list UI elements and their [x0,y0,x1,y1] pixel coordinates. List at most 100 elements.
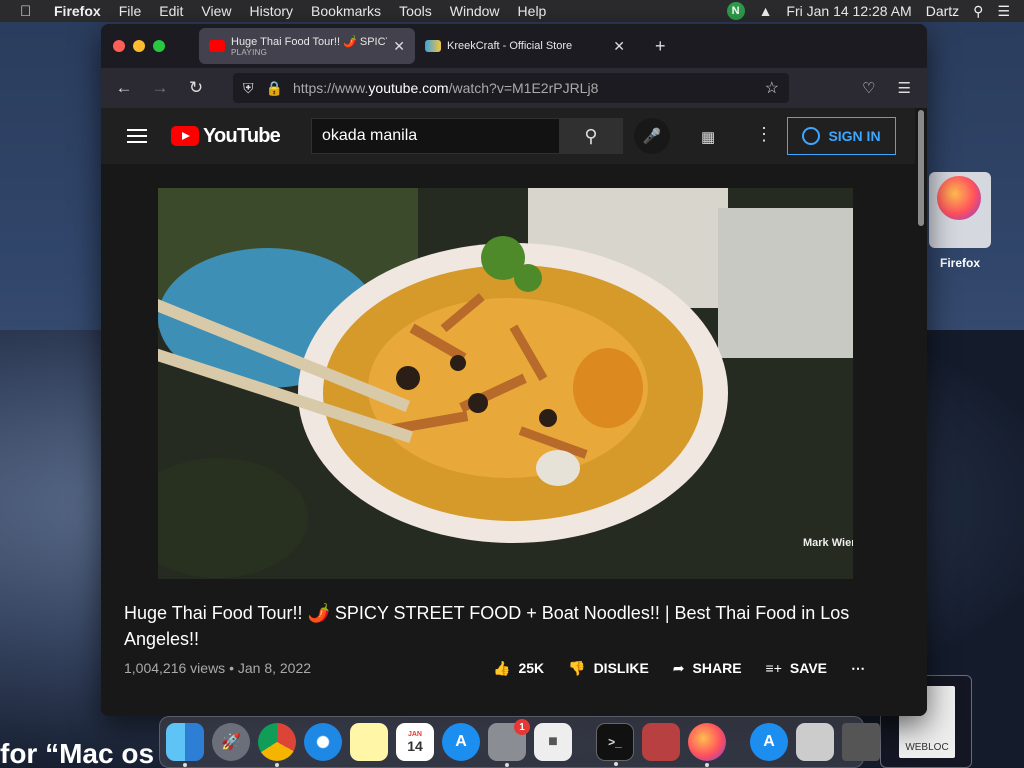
apps-grid-icon[interactable]: ▦ [701,128,715,146]
save-button[interactable]: ≡+ SAVE [766,660,827,677]
webloc-label: WEBLOC [905,742,949,753]
sign-in-label: SIGN IN [828,128,881,144]
dislike-button[interactable]: 👎 DISLIKE [568,660,649,677]
thumbs-down-icon: 👎 [568,660,586,676]
downloads-stack-icon[interactable]: A [750,723,788,761]
menu-history[interactable]: History [249,3,293,19]
menu-bar:  Firefox File Edit View History Bookmar… [0,0,1024,22]
forward-button[interactable]: → [147,75,173,101]
video-actions: 👍 25K 👎 DISLIKE ➦ SHARE ≡+ SAVE ⋯ [493,660,865,677]
app-menu-icon[interactable]: ☰ [898,79,911,97]
video-player[interactable]: Mark Wiens [158,188,853,579]
menu-view[interactable]: View [201,3,231,19]
guide-menu-icon[interactable] [127,129,147,143]
like-button[interactable]: 👍 25K [493,660,544,677]
menu-window[interactable]: Window [450,3,500,19]
desktop-icon-label: Firefox [939,256,980,270]
pocket-icon[interactable]: ♡ [862,79,875,97]
menu-extras: N ▲ Fri Jan 14 12:28 AM Dartz ⚲ ☰ [726,2,1010,20]
menu-file[interactable]: File [119,3,142,19]
system-preferences-icon[interactable]: 1 [488,719,530,767]
window-controls [113,40,165,52]
background-window-text: for “Mac os [0,738,155,768]
video-frame-thumbnail: Mark Wiens [158,188,853,579]
share-button[interactable]: ➦ SHARE [673,660,742,677]
youtube-logo[interactable]: YouTube [171,124,281,148]
account-icon [802,127,821,145]
desktop-icon-firefox[interactable]: Firefox [928,172,992,270]
youtube-header: YouTube ✕ ⚲ 🎤 ▦ ⋮ SIGN IN [101,108,915,164]
video-meta: 1,004,216 views • Jan 8, 2022 [124,660,312,676]
menu-bookmarks[interactable]: Bookmarks [311,3,381,19]
lock-icon[interactable]: 🔒 [266,80,283,97]
safari-icon[interactable] [304,723,342,761]
user-name[interactable]: Dartz [926,3,959,19]
address-bar[interactable]: ⛨ 🔒 https://www.youtube.com/watch?v=M1E2… [233,73,789,103]
youtube-play-icon [171,126,199,146]
youtube-logo-text: YouTube [203,124,281,147]
minimize-window-button[interactable] [133,40,145,52]
search-input[interactable] [312,127,586,145]
launchpad-icon[interactable]: 🚀 [212,723,250,761]
notification-badge: 1 [514,719,530,735]
menu-help[interactable]: Help [518,3,547,19]
menu-tools[interactable]: Tools [399,3,432,19]
tab-youtube[interactable]: Huge Thai Food Tour!! 🌶️ SPICY PLAYING ✕ [199,28,415,64]
calendar-day: 14 [407,737,423,754]
trash-icon[interactable] [842,723,880,761]
sign-in-button[interactable]: SIGN IN [787,117,896,155]
scrollbar-thumb[interactable] [918,110,924,226]
spotlight-icon[interactable]: ⚲ [973,3,983,20]
finder-icon[interactable] [166,723,204,767]
terminal-icon[interactable]: >_ [596,723,634,766]
calendar-icon[interactable]: JAN 14 [396,723,434,761]
clock[interactable]: Fri Jan 14 12:28 AM [786,3,911,19]
add-to-playlist-icon: ≡+ [765,660,782,676]
menu-edit[interactable]: Edit [159,3,183,19]
tab-bar: Huge Thai Food Tour!! 🌶️ SPICY PLAYING ✕… [101,24,927,68]
close-window-button[interactable] [113,40,125,52]
search-button[interactable]: ⚲ [559,118,623,154]
apple-icon[interactable]:  [20,3,40,20]
chrome-icon[interactable] [258,723,296,767]
back-button[interactable]: ← [111,75,137,101]
like-count: 25K [518,660,545,676]
notes-icon[interactable] [350,723,388,761]
voice-search-button[interactable]: 🎤 [634,118,670,154]
firefox-window: Huge Thai Food Tour!! 🌶️ SPICY PLAYING ✕… [101,24,927,716]
share-label: SHARE [692,660,742,676]
settings-more-icon[interactable]: ⋮ [755,124,773,145]
close-tab-icon[interactable]: ✕ [393,38,405,55]
dock: 🚀 JAN 14 A 1 ■ >_ A [159,716,880,768]
search-icon: ⚲ [584,125,598,146]
video-title: Huge Thai Food Tour!! 🌶️ SPICY STREET FO… [124,603,850,649]
shield-icon[interactable]: ⛨ [243,80,254,97]
zoom-window-button[interactable] [153,40,165,52]
video-watermark: Mark Wiens [803,537,853,549]
status-badge[interactable]: N [726,2,745,20]
more-actions-icon[interactable]: ⋯ [851,660,865,677]
save-label: SAVE [789,660,827,676]
tab-title: Huge Thai Food Tour!! 🌶️ SPICY [231,36,388,48]
roblox-icon[interactable]: ■ [534,723,572,761]
tab-kreekcraft[interactable]: KreekCraft - Official Store ✕ [415,28,635,64]
tab-title: KreekCraft - Official Store [447,40,573,52]
url-text: https://www.youtube.com/watch?v=M1E2rPJR… [292,80,599,96]
firefox-dock-icon[interactable] [688,723,726,767]
photo-booth-icon[interactable] [642,723,680,761]
bookmark-star-icon[interactable]: ☆ [765,78,779,98]
wifi-icon[interactable]: ▲ [759,3,773,19]
close-tab-icon[interactable]: ✕ [613,38,625,55]
thumbs-up-icon: 👍 [493,660,511,676]
microphone-icon: 🎤 [642,128,662,145]
menu-app-name[interactable]: Firefox [54,3,101,19]
kreekcraft-favicon-icon [425,40,441,52]
tab-playing-label: PLAYING [231,48,268,57]
control-center-icon[interactable]: ☰ [997,3,1010,20]
calendar-month: JAN [407,730,422,738]
page-scrollbar[interactable] [915,108,927,716]
reload-button[interactable]: ↻ [183,75,209,101]
app-store-icon[interactable]: A [442,723,480,761]
document-stack-icon[interactable] [796,723,834,761]
new-tab-button[interactable]: + [655,36,666,57]
